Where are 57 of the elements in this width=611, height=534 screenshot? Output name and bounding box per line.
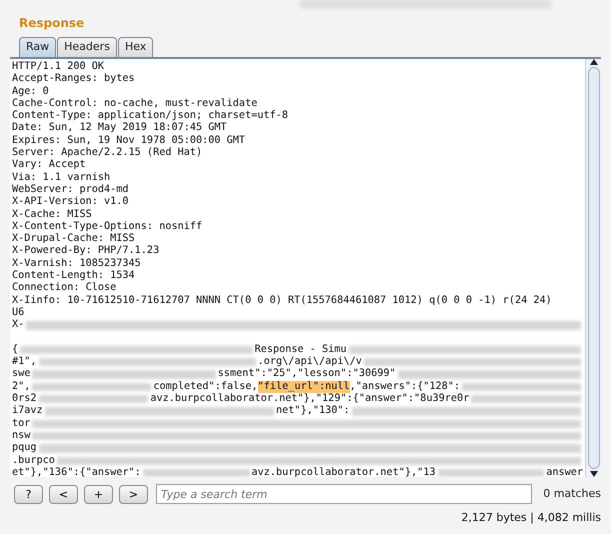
previous-button[interactable]: <: [49, 484, 78, 504]
code-text: .org\/api\/api\/v: [258, 356, 362, 368]
scroll-down-icon[interactable]: [590, 471, 598, 477]
code-text: .burpco: [12, 454, 55, 467]
scroll-up-icon[interactable]: [590, 59, 598, 65]
code-text: 0rs2: [12, 393, 37, 405]
code-text: HTTP/1.1 200 OK: [12, 61, 104, 74]
code-text: ssment":"25","lesson":"30699": [218, 368, 396, 381]
match-count: 0 matches: [543, 486, 601, 502]
code-text: avz.burpcollaborator.net"},"129":{"answer":"8u39re0r: [150, 393, 470, 405]
code-text: U6: [12, 306, 24, 320]
code-text: Server: Apache/2.2.15 (Red Hat): [12, 147, 202, 160]
code-text: Via: 1.1 varnish: [12, 172, 110, 184]
panel-title: Response: [19, 16, 84, 30]
code-text: completed":false,: [153, 380, 258, 393]
scroll-thumb[interactable]: [588, 67, 600, 469]
code-text: pqug: [12, 442, 37, 454]
tab[interactable]: Raw: [19, 37, 56, 57]
tab[interactable]: Hex: [118, 37, 154, 57]
code-text: Response - Simu: [254, 344, 347, 356]
code-text: answer: [546, 466, 584, 477]
code-text: X-Content-Type-Options: nosniff: [12, 220, 202, 233]
code-text: avz.burpcollaborator.net"},"13: [252, 466, 436, 477]
help-button[interactable]: ?: [14, 484, 43, 504]
code-text: {: [12, 344, 18, 356]
code-text: X-Drupal-Cache: MISS: [12, 233, 135, 245]
code-text: Age: 0: [12, 86, 49, 98]
add-button[interactable]: +: [84, 484, 113, 504]
code-text: Connection: Close: [12, 282, 116, 295]
code-text: tor: [12, 418, 30, 430]
code-text: Content-Length: 1534: [12, 270, 135, 282]
code-text: nsw: [12, 430, 30, 442]
code-text: X-Powered-By: PHP/7.1.23: [12, 245, 160, 258]
code-text: X-Cache: MISS: [12, 208, 92, 221]
code-text: ,"answers":{"128":: [350, 380, 460, 393]
code-text: WebServer: prod4-md: [12, 184, 129, 196]
code-text: i7avz: [12, 405, 43, 418]
code-text: Expires: Sun, 19 Nov 1978 05:00:00 GMT: [12, 134, 246, 147]
status-text: 2,127 bytes | 4,082 millis: [461, 511, 601, 524]
code-text: et"},"136":{"answer":: [12, 466, 141, 477]
code-text: swe: [12, 368, 30, 381]
code-text: X-API-Version: v1.0: [12, 196, 129, 209]
code-text: Date: Sun, 12 May 2019 18:07:45 GMT: [12, 122, 227, 135]
code-text: Accept-Ranges: bytes: [12, 73, 135, 86]
code-text: net"},"130":: [276, 405, 350, 418]
code-text: X-: [12, 319, 24, 332]
code-text: #1",: [12, 356, 37, 368]
code-text: X-Iinfo: 10-71612510-71612707 NNNN CT(0 0 0) RT(1557684461087 1012) q(0 0 0 -1) r(24 24): [12, 294, 552, 307]
code-text: X-Varnish: 1085237345: [12, 258, 141, 270]
code-text: Cache-Control: no-cache, must-revalidate: [12, 98, 258, 110]
highlighted-match: "file_url":null: [258, 380, 350, 394]
code-text: 2",: [12, 380, 30, 393]
code-text: Content-Type: application/json; charset=utf-8: [12, 110, 288, 122]
tab[interactable]: Headers: [57, 37, 117, 57]
next-button[interactable]: >: [119, 484, 148, 504]
search-field[interactable]: Type a search term: [156, 484, 532, 504]
code-text: Vary: Accept: [12, 159, 86, 172]
